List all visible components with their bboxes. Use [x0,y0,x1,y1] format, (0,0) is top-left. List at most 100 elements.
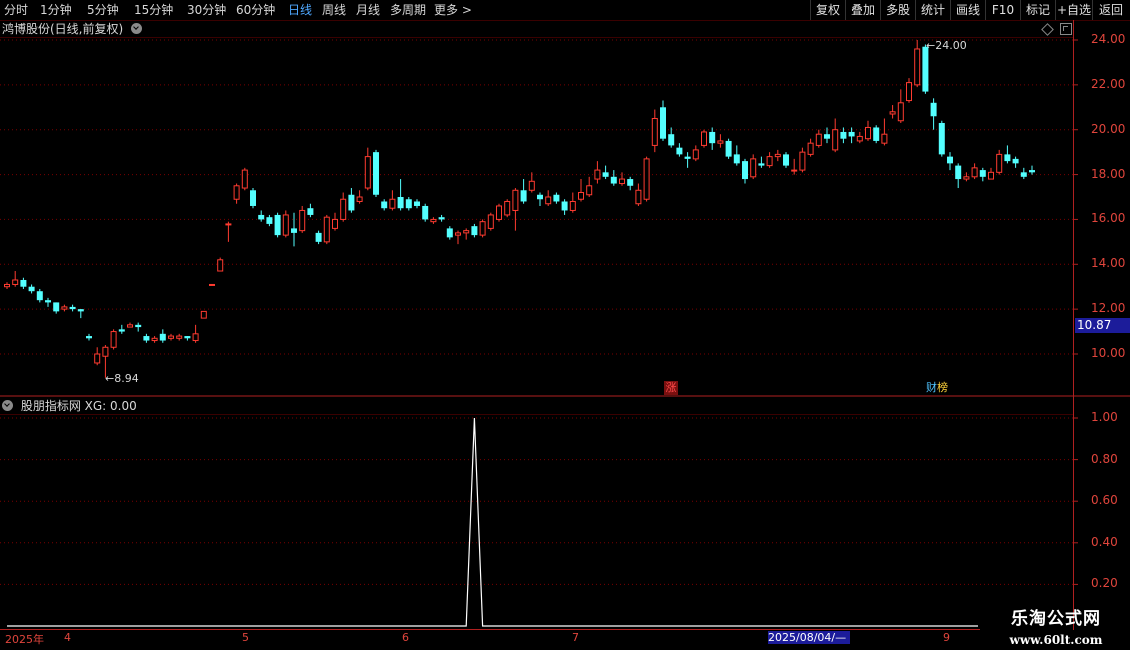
candle [340,192,347,222]
candle-body [1012,158,1019,164]
y-tick-label: 0.80 [1091,451,1118,466]
candle-body [4,283,10,288]
candle [815,129,822,148]
candle-body [815,133,822,146]
x-month-label: 9 [943,631,950,644]
candle-body [651,118,658,146]
candle [266,214,273,227]
x-month-label: 4 [64,631,71,644]
candle-body [537,194,543,200]
candle [1020,167,1027,180]
candle-body [192,333,199,342]
candle-body [733,154,740,164]
candle-body [947,156,953,164]
candle [1012,156,1019,168]
candle [873,125,880,144]
y-tick-label: 10.00 [1091,346,1126,360]
candle-body [807,142,814,155]
candle [176,333,183,341]
candle-body [996,153,1003,173]
candle-body [561,201,568,211]
candle-body [274,214,281,236]
candle [20,277,27,289]
x-year-label: 2025年 [5,633,44,646]
candle [61,304,68,312]
finance-marker[interactable]: 财榜 [926,381,958,395]
candle-body [906,82,912,102]
candle [479,219,486,238]
candle [766,152,773,168]
candle [348,188,355,213]
candle [938,120,945,157]
candle-body [627,179,634,186]
candle [774,149,781,162]
candle [496,203,502,222]
candle [69,304,76,312]
candle [225,221,232,242]
candle [701,129,707,148]
candle-body [45,300,51,303]
candle [725,138,732,159]
candle [684,152,691,168]
candle [1004,145,1011,164]
candle-body [430,218,437,223]
candle [45,297,51,307]
candle [381,199,388,211]
candle [192,324,199,343]
candle [430,217,437,224]
candle-body [528,180,535,191]
candle-body [127,324,133,328]
candle [291,212,297,247]
candle [865,120,871,141]
candle-body [86,336,92,339]
candle [389,190,396,211]
candle [315,230,322,245]
y-tick-label: 0.40 [1091,534,1118,549]
chevron-down-icon[interactable] [2,400,13,411]
expand-icon[interactable] [1060,23,1072,35]
candle-body [545,196,552,205]
x-month-label: 5 [242,631,249,644]
candle [758,156,765,168]
candle-body [102,346,109,357]
candle [627,176,634,191]
candle [586,176,593,197]
candle [840,127,847,144]
candle-body [381,201,388,209]
chevron-down-icon[interactable] [131,23,143,34]
candle-body [520,190,527,202]
candle-body [1020,172,1027,177]
candle-body [955,165,962,180]
candle [856,131,863,144]
candle-body [512,189,519,211]
candle [299,205,306,233]
zhang-marker[interactable]: 涨 [664,381,678,395]
watermark-url: www.60lt.com [1009,633,1103,647]
candle-body [635,189,642,205]
y-tick-label: 14.00 [1091,256,1126,271]
candle-body [340,198,347,220]
candle [471,223,478,238]
candle [545,190,552,206]
xg-indicator-series [7,417,978,627]
candle [184,336,191,341]
candle [94,347,101,366]
candle-body [922,46,929,92]
candle-body [168,335,174,339]
candle [914,40,921,88]
xg-line [7,417,978,627]
candle [717,134,724,148]
candle [332,212,338,231]
candle-body [209,283,215,286]
candle [364,147,371,191]
candle [906,78,912,103]
candle-body [840,131,847,139]
candle-body [963,176,970,180]
candle-body [291,228,297,233]
candle [528,172,535,193]
cursor-date-label: 2025/08/04/— [768,631,850,644]
candle-body [856,135,863,142]
candle-body [217,259,224,272]
candle-body [914,48,921,86]
candle-body [742,161,748,180]
